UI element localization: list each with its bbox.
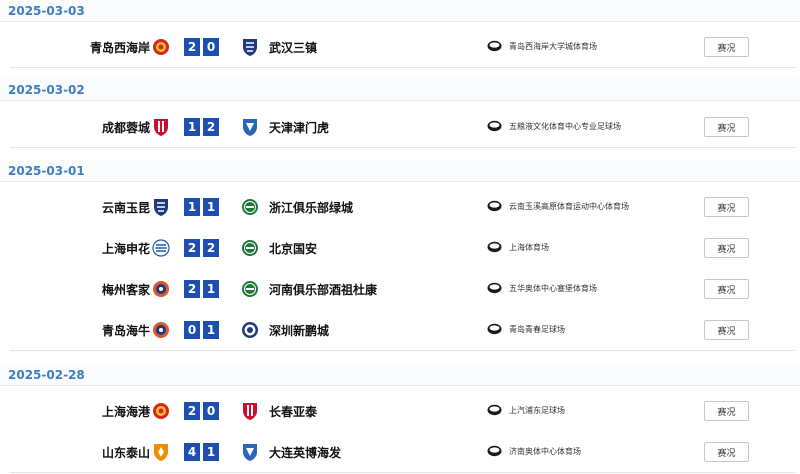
home-team-name[interactable]: 上海申花 xyxy=(102,227,150,269)
match-report-button[interactable]: 赛况 xyxy=(704,37,749,57)
match-row: 青岛西海岸 2 0 武汉三镇 青岛西海岸大学城体育场 赛况 xyxy=(10,26,796,68)
date-header: 2025-03-01 xyxy=(0,160,800,182)
stadium-icon xyxy=(487,282,502,294)
home-team-name[interactable]: 青岛海牛 xyxy=(102,309,150,351)
home-team-logo-icon[interactable] xyxy=(152,442,170,462)
match-report-button[interactable]: 赛况 xyxy=(704,279,749,299)
home-team-name[interactable]: 青岛西海岸 xyxy=(90,26,150,68)
home-team-name[interactable]: 成都蓉城 xyxy=(102,106,150,148)
date-header: 2025-03-03 xyxy=(0,0,800,22)
away-team-logo-icon[interactable] xyxy=(241,117,259,137)
match-row: 云南玉昆 1 1 浙江俱乐部绿城 云南玉溪高原体育运动中心体育场 赛况 xyxy=(10,186,796,228)
venue-name: 五粮液文化体育中心专业足球场 xyxy=(509,121,621,131)
home-team-name[interactable]: 梅州客家 xyxy=(102,268,150,310)
away-score: 1 xyxy=(203,198,219,216)
match-report-button[interactable]: 赛况 xyxy=(704,197,749,217)
venue-name: 五华奥体中心塞堡体育场 xyxy=(509,283,597,293)
home-score: 2 xyxy=(184,280,200,298)
away-score: 0 xyxy=(203,38,219,56)
away-team-name[interactable]: 天津津门虎 xyxy=(269,106,329,148)
away-team-logo-icon[interactable] xyxy=(241,320,259,340)
away-team-logo-icon[interactable] xyxy=(241,197,259,217)
stadium-icon xyxy=(487,445,502,457)
away-team-logo-icon[interactable] xyxy=(241,442,259,462)
venue-name: 上海体育场 xyxy=(509,242,549,252)
home-team-name[interactable]: 云南玉昆 xyxy=(102,186,150,228)
away-team-logo-icon[interactable] xyxy=(241,238,259,258)
stadium-icon xyxy=(487,241,502,253)
home-team-logo-icon[interactable] xyxy=(152,320,170,340)
away-team-name[interactable]: 大连英博海发 xyxy=(269,431,341,473)
match-row: 青岛海牛 0 1 深圳新鹏城 青岛青春足球场 赛况 xyxy=(10,309,796,351)
away-team-name[interactable]: 浙江俱乐部绿城 xyxy=(269,186,353,228)
match-report-button[interactable]: 赛况 xyxy=(704,401,749,421)
away-team-name[interactable]: 武汉三镇 xyxy=(269,26,317,68)
venue-name: 青岛青春足球场 xyxy=(509,324,565,334)
away-score: 2 xyxy=(203,239,219,257)
away-team-logo-icon[interactable] xyxy=(241,401,259,421)
venue-name: 云南玉溪高原体育运动中心体育场 xyxy=(509,201,629,211)
away-team-logo-icon[interactable] xyxy=(241,37,259,57)
match-report-button[interactable]: 赛况 xyxy=(704,238,749,258)
away-team-name[interactable]: 河南俱乐部酒祖杜康 xyxy=(269,268,377,310)
home-team-logo-icon[interactable] xyxy=(152,37,170,57)
match-row: 成都蓉城 1 2 天津津门虎 五粮液文化体育中心专业足球场 赛况 xyxy=(10,106,796,148)
home-score: 2 xyxy=(184,239,200,257)
venue-name: 济南奥体中心体育场 xyxy=(509,446,581,456)
home-score: 4 xyxy=(184,443,200,461)
home-team-logo-icon[interactable] xyxy=(152,117,170,137)
venue-name: 上汽浦东足球场 xyxy=(509,405,565,415)
date-header: 2025-02-28 xyxy=(0,364,800,386)
stadium-icon xyxy=(487,323,502,335)
away-score: 1 xyxy=(203,443,219,461)
stadium-icon xyxy=(487,120,502,132)
home-score: 1 xyxy=(184,118,200,136)
home-team-logo-icon[interactable] xyxy=(152,401,170,421)
away-team-name[interactable]: 深圳新鹏城 xyxy=(269,309,329,351)
home-team-name[interactable]: 山东泰山 xyxy=(102,431,150,473)
home-team-name[interactable]: 上海海港 xyxy=(102,390,150,432)
away-team-name[interactable]: 长春亚泰 xyxy=(269,390,317,432)
venue-name: 青岛西海岸大学城体育场 xyxy=(509,41,597,51)
away-score: 1 xyxy=(203,321,219,339)
away-team-logo-icon[interactable] xyxy=(241,279,259,299)
away-score: 1 xyxy=(203,280,219,298)
home-score: 2 xyxy=(184,402,200,420)
home-score: 1 xyxy=(184,198,200,216)
match-row: 上海申花 2 2 北京国安 上海体育场 赛况 xyxy=(10,227,796,269)
away-team-name[interactable]: 北京国安 xyxy=(269,227,317,269)
match-report-button[interactable]: 赛况 xyxy=(704,117,749,137)
match-row: 梅州客家 2 1 河南俱乐部酒祖杜康 五华奥体中心塞堡体育场 赛况 xyxy=(10,268,796,310)
match-row: 山东泰山 4 1 大连英博海发 济南奥体中心体育场 赛况 xyxy=(10,431,796,473)
match-report-button[interactable]: 赛况 xyxy=(704,442,749,462)
home-score: 0 xyxy=(184,321,200,339)
home-team-logo-icon[interactable] xyxy=(152,279,170,299)
date-header: 2025-03-02 xyxy=(0,79,800,101)
match-row: 上海海港 2 0 长春亚泰 上汽浦东足球场 赛况 xyxy=(10,390,796,432)
stadium-icon xyxy=(487,200,502,212)
stadium-icon xyxy=(487,404,502,416)
stadium-icon xyxy=(487,40,502,52)
away-score: 2 xyxy=(203,118,219,136)
match-report-button[interactable]: 赛况 xyxy=(704,320,749,340)
home-score: 2 xyxy=(184,38,200,56)
away-score: 0 xyxy=(203,402,219,420)
home-team-logo-icon[interactable] xyxy=(152,238,170,258)
home-team-logo-icon[interactable] xyxy=(152,197,170,217)
